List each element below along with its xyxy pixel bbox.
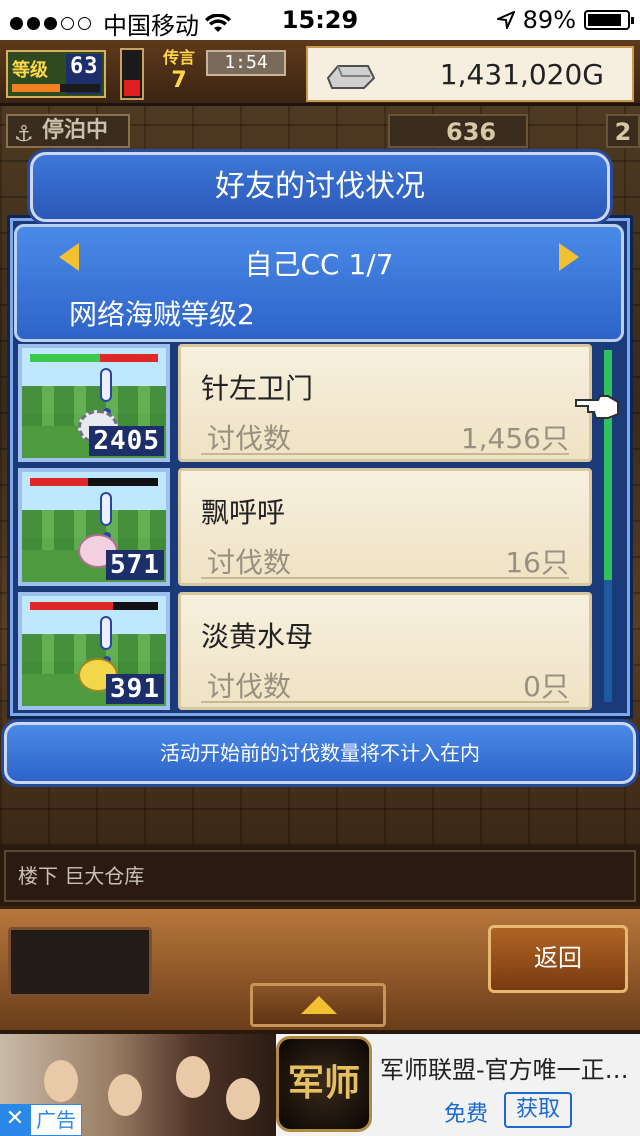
ad-close-icon[interactable]: ✕ (0, 1104, 30, 1136)
resource-value-2: 2 (614, 118, 632, 146)
captain-box[interactable]: 传言 7 (154, 44, 204, 102)
location-bar: 楼下 巨大仓库 (4, 850, 636, 902)
resource-value: 636 (446, 118, 497, 146)
monster-thumbnail: 2405 (18, 344, 170, 462)
location-arrow-icon (496, 11, 515, 29)
captain-label: 传言 (162, 48, 195, 67)
hunt-count-value: 0只 (523, 670, 569, 703)
selector-subtitle: 网络海贼等级2 (69, 298, 255, 331)
level-box[interactable]: 等级 63 (6, 50, 106, 98)
monster-number: 391 (106, 674, 164, 704)
ad-price: 免费 (444, 1102, 489, 1127)
anchored-badge: ⚓ 停泊中 (6, 114, 130, 148)
bottom-panel: 返回 (0, 906, 640, 1030)
empty-slot (8, 927, 152, 997)
up-arrow-icon (301, 996, 337, 1014)
resource-counter-2: 2 (606, 114, 640, 148)
gold-display: 1,431,020G (306, 46, 634, 102)
list-item[interactable]: 571 飘呼呼 讨伐数 16只 (18, 468, 602, 586)
ad-banner[interactable]: ✕ 广告 军师 军师联盟-官方唯一正… 免费 获取 (0, 1034, 640, 1136)
hunt-count-label: 讨伐数 (207, 422, 292, 455)
monster-name: 针左卫门 (201, 372, 314, 405)
hunt-count-label: 讨伐数 (207, 670, 292, 703)
notice-banner: 活动开始前的讨伐数量将不计入在内 (4, 722, 636, 784)
hunt-list[interactable]: 2405 针左卫门 讨伐数 1,456只 571 飘呼呼 讨伐数 16只 391… (18, 344, 602, 712)
alert-icon (100, 616, 112, 664)
monster-name: 淡黄水母 (201, 620, 314, 653)
status-right: 89% (496, 6, 634, 34)
hp-bar (30, 602, 158, 610)
list-item[interactable]: 391 淡黄水母 讨伐数 0只 (18, 592, 602, 710)
anchored-label: 停泊中 (42, 118, 109, 143)
hunt-count-value: 16只 (505, 546, 569, 579)
monster-thumbnail: 571 (18, 468, 170, 586)
back-button[interactable]: 返回 (488, 925, 628, 993)
monster-name: 飘呼呼 (201, 496, 286, 529)
hp-bar (30, 354, 158, 362)
timer: 1:54 (206, 50, 286, 76)
app-logo[interactable]: 军师 (276, 1036, 372, 1132)
resource-counter: 636 (388, 114, 528, 148)
alert-icon (100, 368, 112, 416)
battery-percent: 89% (522, 6, 576, 34)
hunt-card[interactable]: 飘呼呼 讨伐数 16只 (178, 468, 592, 586)
expand-up-button[interactable] (250, 983, 386, 1027)
monster-number: 2405 (89, 426, 164, 456)
silver-ingot-icon (326, 65, 376, 89)
hunt-count-value: 1,456只 (460, 422, 569, 455)
game-hud: 等级 63 传言 7 1:54 1,431,020G (0, 40, 640, 106)
monster-number: 571 (106, 550, 164, 580)
dock-status-bar: ⚓ 停泊中 636 2 (0, 114, 640, 150)
monster-thumbnail: 391 (18, 592, 170, 710)
level-label: 等级 (12, 60, 48, 81)
stamina-gauge (120, 48, 144, 100)
ad-title[interactable]: 军师联盟-官方唯一正… (380, 1050, 629, 1085)
next-arrow-icon[interactable] (559, 243, 579, 271)
hp-bar (30, 478, 158, 486)
hunt-card[interactable]: 淡黄水母 讨伐数 0只 (178, 592, 592, 710)
list-item[interactable]: 2405 针左卫门 讨伐数 1,456只 (18, 344, 602, 462)
battery-icon (584, 10, 634, 30)
dialog-title: 好友的讨伐状况 (30, 152, 610, 222)
status-bar: 中国移动 15:29 89% (0, 0, 640, 40)
selector-label: 自己CC 1/7 (244, 248, 394, 281)
get-button[interactable]: 获取 (504, 1092, 572, 1128)
gold-value: 1,431,020G (439, 58, 604, 91)
ad-tag: 广告 (30, 1104, 82, 1136)
app-logo-text: 军师 (287, 1063, 360, 1104)
hunt-card[interactable]: 针左卫门 讨伐数 1,456只 (178, 344, 592, 462)
anchor-icon: ⚓ (14, 122, 34, 147)
alert-icon (100, 492, 112, 540)
exp-bar (12, 84, 100, 92)
captain-count: 7 (171, 68, 187, 93)
selector-header: 自己CC 1/7 网络海贼等级2 (14, 224, 624, 342)
pointing-hand-icon (575, 395, 619, 419)
hunt-count-label: 讨伐数 (207, 546, 292, 579)
